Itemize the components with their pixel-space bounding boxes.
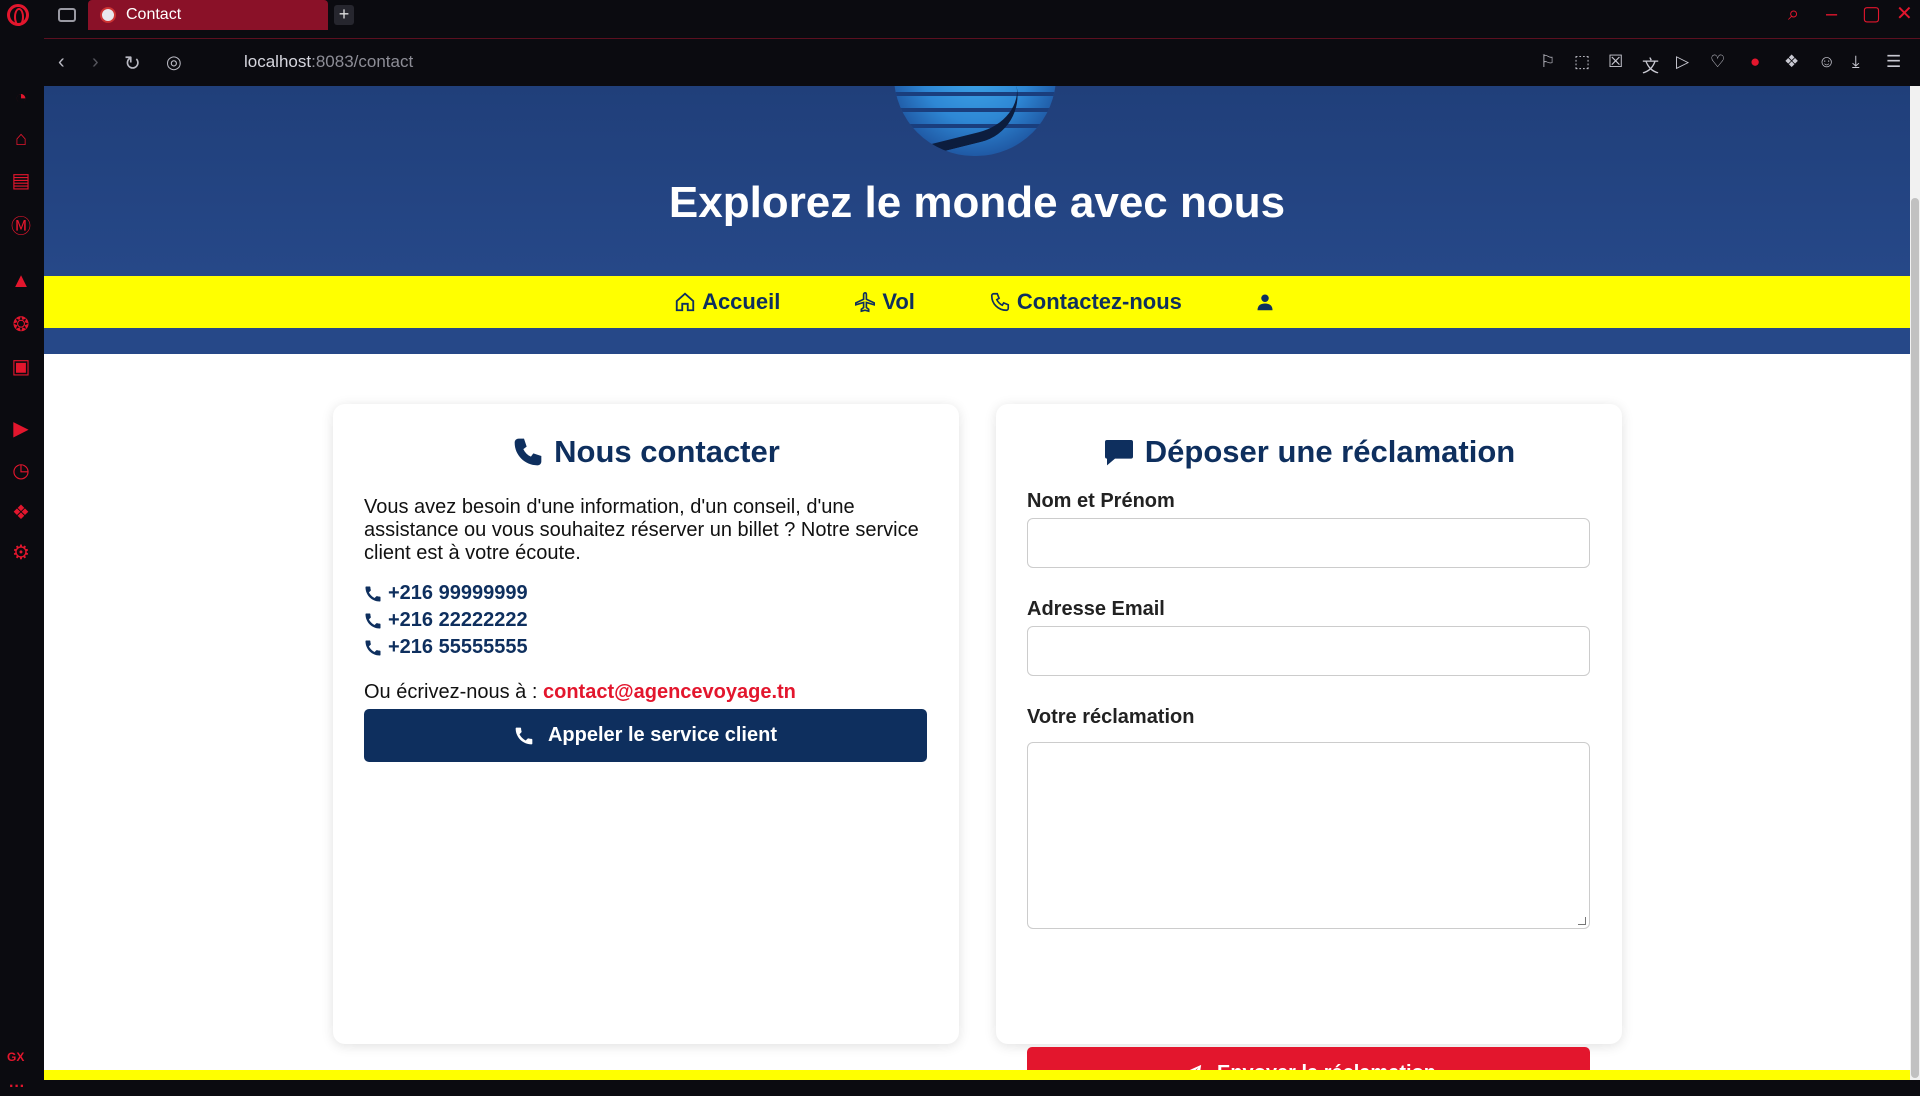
complaint-title-text: Déposer une réclamation	[1144, 434, 1516, 469]
gx-corner-icon[interactable]: ⌂	[8, 128, 34, 150]
name-input[interactable]	[1027, 518, 1590, 568]
page-viewport: Explorez le monde avec nous Accueil Vol …	[44, 86, 1920, 1080]
snapshot-icon[interactable]: ⬚	[1574, 52, 1590, 72]
tab-switcher-icon[interactable]	[58, 8, 76, 22]
site-info-icon[interactable]: ◎	[166, 52, 182, 73]
hero-banner: Explorez le monde avec nous	[44, 86, 1910, 276]
close-icon[interactable]: ✕	[1896, 4, 1913, 24]
profile-icon[interactable]: ☺	[1818, 52, 1835, 72]
call-service-button[interactable]: Appeler le service client	[364, 709, 927, 762]
email-input[interactable]	[1027, 626, 1590, 676]
contact-card-title: Nous contacter	[333, 434, 959, 470]
extensions-sidebar-icon[interactable]: ❖	[8, 500, 34, 524]
nav-item-vol[interactable]: Vol	[854, 289, 915, 315]
phone-icon	[365, 640, 381, 655]
url-host: localhost	[244, 52, 312, 71]
settings-icon[interactable]: ⚙	[8, 540, 34, 564]
extension-active-icon[interactable]: ●	[1750, 52, 1760, 72]
search-icon[interactable]: ⌕	[1788, 4, 1799, 24]
url-path: :8083/contact	[311, 52, 414, 71]
hero-title: Explorez le monde avec nous	[668, 178, 1286, 227]
forward-icon[interactable]: ›	[92, 51, 99, 74]
pin-icon[interactable]: ⚐	[1540, 52, 1555, 72]
comment-icon	[1104, 440, 1133, 466]
contact-title-text: Nous contacter	[554, 434, 780, 469]
phone-icon	[515, 727, 533, 744]
call-button-label: Appeler le service client	[547, 724, 777, 746]
nav-item-accueil[interactable]: Accueil	[674, 289, 780, 315]
email-line: Ou écrivez-nous à : contact@agencevoyage…	[364, 681, 796, 704]
resize-handle-icon[interactable]	[1578, 917, 1586, 925]
adblock-icon[interactable]: ☒	[1608, 52, 1623, 72]
download-icon[interactable]: ⤓	[1852, 52, 1860, 72]
back-icon[interactable]: ‹	[58, 51, 65, 74]
speed-dial-icon[interactable]: ◔	[8, 87, 34, 109]
opera-logo-icon[interactable]	[7, 4, 29, 26]
message-textarea[interactable]	[1027, 742, 1590, 929]
history-icon[interactable]: ◷	[8, 458, 34, 482]
more-icon[interactable]: ···	[9, 1078, 25, 1096]
gmail-icon[interactable]: Ⓜ	[8, 210, 34, 238]
new-tab-button[interactable]: +	[334, 5, 354, 25]
heart-icon[interactable]: ♡	[1710, 52, 1725, 72]
extensions-icon[interactable]: ❖	[1784, 52, 1799, 72]
phone-number-text: +216 99999999	[388, 582, 528, 604]
chatgpt-icon[interactable]: ❂	[8, 312, 34, 336]
news-icon[interactable]: ▤	[8, 168, 34, 192]
nav-item-account[interactable]	[1256, 293, 1280, 311]
phone-number[interactable]: +216 22222222	[364, 609, 528, 632]
complaint-card: Déposer une réclamation Nom et Prénom Ad…	[996, 404, 1622, 1080]
email-link[interactable]: contact@agencevoyage.tn	[543, 681, 796, 703]
plane-icon	[855, 292, 876, 313]
gx-label[interactable]: GX	[7, 1050, 24, 1064]
phone-number-text: +216 22222222	[388, 609, 528, 631]
send-icon[interactable]: ▷	[1676, 52, 1689, 72]
nav-label: Accueil	[702, 289, 781, 314]
scrollbar-thumb[interactable]	[1911, 198, 1919, 1078]
phone-icon	[365, 586, 381, 601]
contact-card: Nous contacter Vous avez besoin d'une in…	[333, 404, 959, 1044]
browser-sidebar: ◔ ⌂ ▤ Ⓜ ▲ ❂ ▣ ▶ ◷ ❖ ⚙ GX ···	[0, 30, 44, 1095]
browser-tabbar: Contact + ⌕ – ▢ ✕	[0, 0, 1920, 30]
menu-icon[interactable]: ☰	[1886, 52, 1901, 72]
complaint-card-title: Déposer une réclamation	[996, 434, 1622, 470]
globe-icon	[100, 7, 116, 23]
contact-intro: Vous avez besoin d'une information, d'un…	[364, 496, 919, 564]
footer-band	[44, 1070, 1910, 1080]
nav-bottom-band	[44, 328, 1910, 354]
aria-icon[interactable]: ▲	[8, 270, 34, 292]
user-icon	[1257, 294, 1273, 311]
minimize-icon[interactable]: –	[1826, 4, 1837, 24]
email-label: Adresse Email	[1027, 598, 1165, 620]
reload-icon[interactable]: ↻	[124, 51, 141, 76]
page-scrollbar[interactable]	[1910, 86, 1920, 1080]
agency-logo	[894, 86, 1056, 156]
tab-title: Contact	[126, 6, 182, 23]
nav-item-contact[interactable]: Contactez-nous	[989, 289, 1182, 315]
twitch-icon[interactable]: ▣	[8, 354, 34, 378]
phone-icon	[514, 438, 542, 466]
name-label: Nom et Prénom	[1027, 490, 1175, 512]
nav-label: Contactez-nous	[1016, 289, 1182, 314]
maximize-icon[interactable]: ▢	[1862, 4, 1881, 24]
phone-icon	[365, 613, 381, 628]
address-bar: ‹ › ↻ ◎ localhost:8083/contact ⚐ ⬚ ☒ 文 ▷…	[44, 38, 1920, 86]
phone-number-text: +216 55555555	[388, 636, 528, 658]
email-prefix: Ou écrivez-nous à :	[364, 681, 538, 703]
player-icon[interactable]: ▶	[8, 416, 34, 440]
browser-tab[interactable]: Contact	[88, 0, 328, 30]
phone-icon	[990, 292, 1009, 312]
phone-number[interactable]: +216 99999999	[364, 582, 528, 605]
url-field[interactable]: localhost:8083/contact	[244, 52, 413, 72]
nav-label: Vol	[882, 289, 915, 314]
phone-number[interactable]: +216 55555555	[364, 636, 528, 659]
translate-icon[interactable]: 文	[1642, 52, 1659, 77]
home-icon	[675, 292, 695, 312]
main-navigation: Accueil Vol Contactez-nous	[44, 276, 1910, 328]
message-label: Votre réclamation	[1027, 706, 1195, 728]
